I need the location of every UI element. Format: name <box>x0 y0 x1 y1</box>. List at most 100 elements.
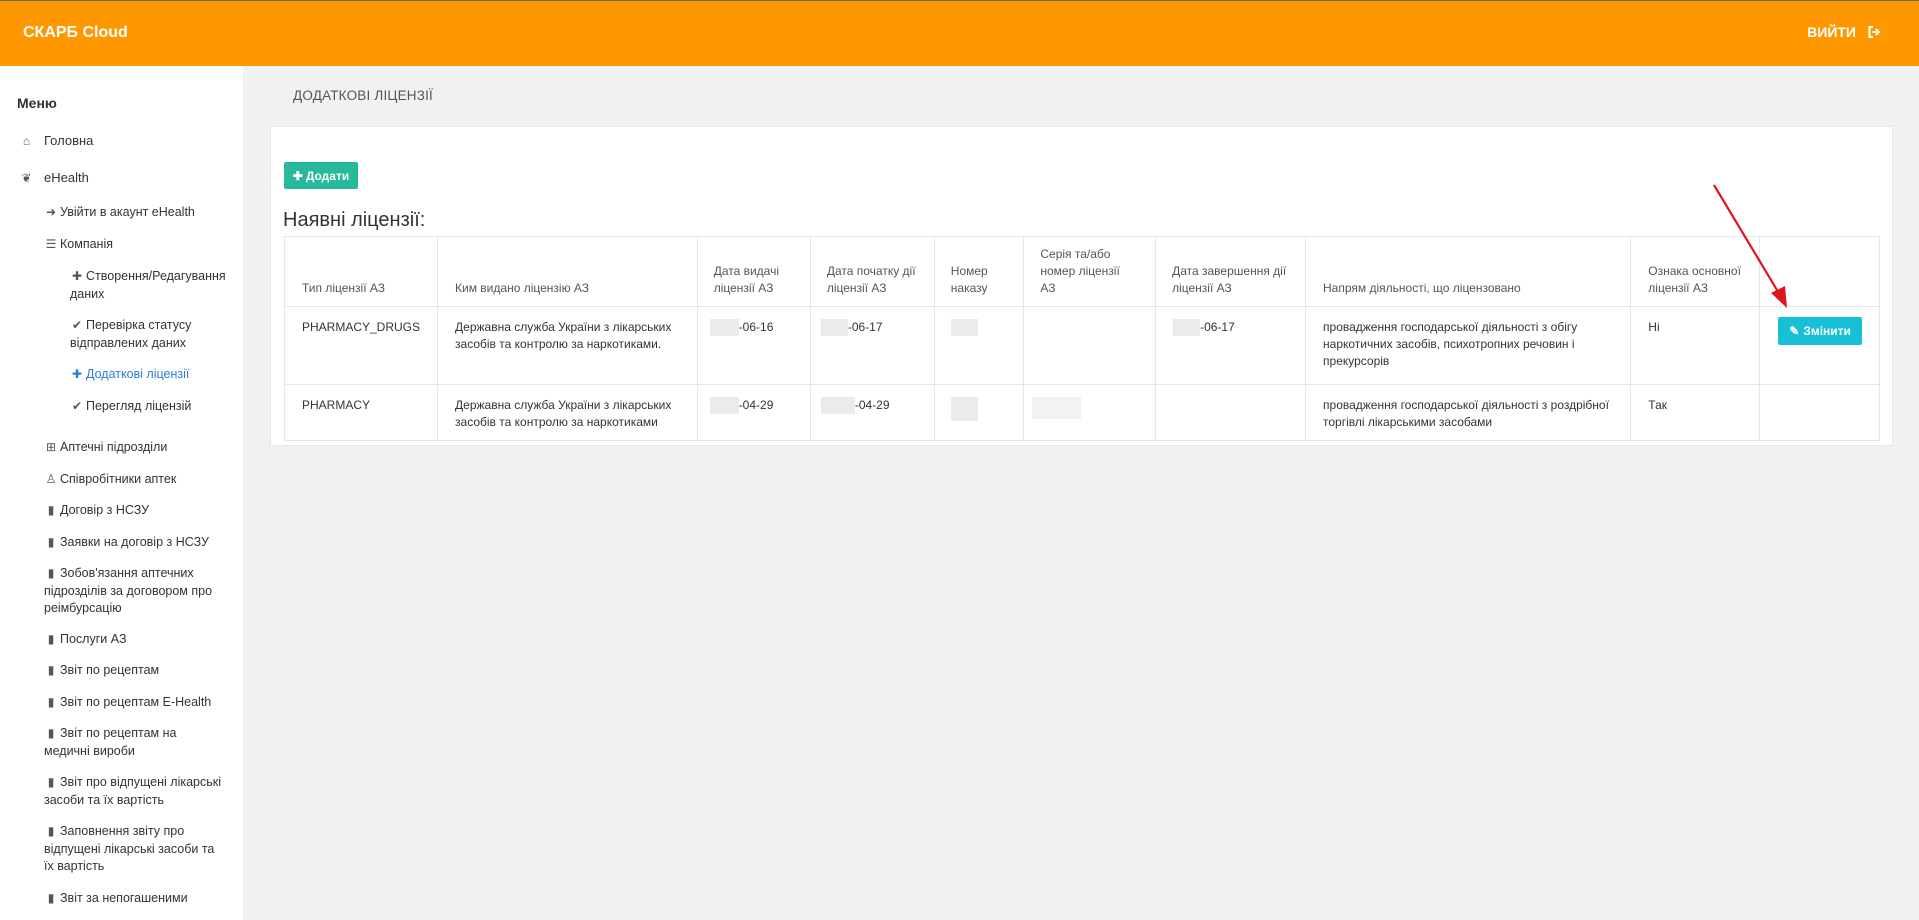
actions-cell <box>1759 384 1880 441</box>
sidebar-item-label: Головна <box>44 133 94 148</box>
sidebar-item-unpaid-report[interactable]: ▮ Звіт за непогашеними <box>44 890 224 908</box>
sign-out-icon <box>1868 26 1881 38</box>
file-icon: ▮ <box>47 503 55 517</box>
redacted-text <box>709 397 739 415</box>
home-icon: ⌂ <box>22 134 31 148</box>
file-icon: ▮ <box>47 891 55 905</box>
redacted-text <box>709 319 739 337</box>
user-md-icon: ♙ <box>45 472 57 486</box>
main-license-flag: Так <box>1630 384 1761 441</box>
sidebar-item-label: Увійти в акаунт eHealth <box>60 205 195 219</box>
app-title[interactable]: СКАРБ Cloud <box>23 24 128 42</box>
column-header: Ким видано ліцензію АЗ <box>437 236 698 307</box>
sidebar-item-fill-dispensed-report[interactable]: ▮ Заповнення звіту про відпущені лікарськ… <box>44 823 224 876</box>
start-date-text: -04-29 <box>854 398 890 412</box>
licensed-activity: провадження господарської діяльності з о… <box>1305 306 1632 385</box>
file-icon: ▮ <box>47 775 55 789</box>
actions-cell: ✎ Змінити <box>1759 306 1880 385</box>
sidebar-item-obligations[interactable]: ▮ Зобов'язання аптечних підрозділів за до… <box>44 565 219 618</box>
redacted-text <box>950 319 978 337</box>
logout-button[interactable]: ВИЙТИ <box>1807 24 1881 40</box>
sidebar-item-home[interactable]: ⌂ Головна <box>18 132 94 151</box>
column-header: Тип ліцензії АЗ <box>283 236 439 307</box>
sidebar-item-ehealth-login[interactable]: ➜ Увійти в акаунт eHealth <box>44 204 234 222</box>
sidebar-item-pharmacy-staff[interactable]: ♙ Співробітники аптек <box>44 471 234 489</box>
start-date: -04-29 <box>809 384 935 441</box>
sidebar-item-status-check[interactable]: ✔ Перевірка статусу відправлених даних <box>70 317 230 352</box>
sidebar: Меню ⌂ Головна ❦ eHealth ➜ Увійти в акаунт … <box>0 66 243 920</box>
sidebar-item-medical-devices-report[interactable]: ▮ Звіт по рецептам на медичні вироби <box>44 725 224 760</box>
sidebar-item-prescription-report[interactable]: ▮ Звіт по рецептам <box>44 662 234 680</box>
sidebar-item-prescription-report-ehealth[interactable]: ▮ Звіт по рецептам E-Health <box>44 694 234 712</box>
file-icon: ▮ <box>47 824 55 838</box>
column-header <box>1759 236 1880 307</box>
main-license-flag: Ні <box>1630 306 1761 385</box>
sidebar-item-label: Компанія <box>60 237 113 251</box>
sidebar-item-label: Додаткові ліцензії <box>86 367 190 381</box>
end-date <box>1155 384 1307 441</box>
column-header: Дата видачі ліцензії АЗ <box>696 236 811 307</box>
logout-label: ВИЙТИ <box>1807 24 1856 40</box>
end-date: -06-17 <box>1155 306 1307 385</box>
sidebar-item-label: Звіт за непогашеними <box>60 891 188 905</box>
license-type: PHARMACY_DRUGS <box>283 306 439 385</box>
column-header: Ознака основної ліцензії АЗ <box>1630 236 1761 307</box>
sidebar-item-dispensed-report[interactable]: ▮ Звіт про відпущені лікарські засоби та … <box>44 774 224 809</box>
sidebar-item-label: Зобов'язання аптечних підрозділів за дог… <box>44 566 213 615</box>
redacted-text <box>1032 397 1082 419</box>
redacted-text <box>820 319 848 337</box>
sidebar-item-label: Звіт по рецептам на медичні вироби <box>44 726 177 758</box>
sidebar-item-label: Звіт по рецептам <box>60 663 160 677</box>
page-title: ДОДАТКОВІ ЛІЦЕНЗІЇ <box>293 88 434 103</box>
plus-icon: ✚ <box>71 269 83 283</box>
licenses-table: Тип ліцензії АЗ Ким видано ліцензію АЗ Д… <box>283 236 1880 441</box>
table-row: PHARMACY_DRUGS Державна служба України з… <box>283 306 1880 385</box>
sidebar-item-label: Аптечні підрозділи <box>60 440 168 454</box>
column-header: Номер наказу <box>933 236 1025 307</box>
order-number <box>933 306 1025 385</box>
sidebar-item-label: Перевірка статусу відправлених даних <box>70 318 192 350</box>
issue-date-text: -04-29 <box>738 398 774 412</box>
order-number <box>933 384 1025 441</box>
plus-square-icon: ⊞ <box>45 440 57 454</box>
sidebar-item-create-edit[interactable]: ✚ Створення/Редагування даних <box>70 268 230 303</box>
plus-icon: ✚ <box>71 367 83 381</box>
license-series <box>1023 384 1157 441</box>
database-icon: ☰ <box>45 237 57 251</box>
redacted-text <box>950 397 978 421</box>
add-button[interactable]: ✚ Додати <box>284 162 358 189</box>
sidebar-item-view-licenses[interactable]: ✔ Перегляд ліцензій <box>70 398 230 416</box>
licensed-activity: провадження господарської діяльності з р… <box>1305 384 1632 441</box>
sign-in-icon: ➜ <box>45 205 57 219</box>
top-navbar: СКАРБ Cloud ВИЙТИ <box>0 0 1919 66</box>
menu-title: Меню <box>17 95 57 111</box>
sidebar-item-label: Створення/Редагування даних <box>70 269 226 301</box>
plus-icon: ✚ <box>292 168 303 183</box>
file-icon: ▮ <box>47 566 55 580</box>
redacted-text <box>1173 319 1201 337</box>
sidebar-item-pharmacy-units[interactable]: ⊞ Аптечні підрозділи <box>44 439 234 457</box>
license-type: PHARMACY <box>283 384 439 441</box>
sidebar-item-ehealth[interactable]: ❦ eHealth <box>18 169 89 188</box>
sidebar-item-additional-licenses[interactable]: ✚ Додаткові ліцензії <box>70 366 230 384</box>
edit-button[interactable]: ✎ Змінити <box>1778 317 1862 345</box>
sidebar-item-label: Співробітники аптек <box>60 472 177 486</box>
add-button-label: Додати <box>305 168 350 183</box>
column-header: Дата початку дії ліцензії АЗ <box>809 236 935 307</box>
check-icon: ✔ <box>71 318 83 332</box>
start-date: -06-17 <box>809 306 935 385</box>
file-icon: ▮ <box>47 535 55 549</box>
column-header: Серія та/або номер ліцензії АЗ <box>1023 236 1157 307</box>
sidebar-item-services[interactable]: ▮ Послуги АЗ <box>44 631 234 649</box>
redacted-text <box>820 397 855 415</box>
sidebar-item-nszu-contract[interactable]: ▮ Договір з НСЗУ <box>44 502 234 520</box>
sidebar-item-label: Заповнення звіту про відпущені лікарські… <box>44 824 215 873</box>
sidebar-item-company[interactable]: ☰ Компанія <box>44 236 234 254</box>
sidebar-item-label: eHealth <box>44 170 89 185</box>
edit-button-label: Змінити <box>1803 323 1851 338</box>
table-row: PHARMACY Державна служба України з лікар… <box>283 384 1880 441</box>
file-icon: ▮ <box>47 632 55 646</box>
sidebar-item-nszu-requests[interactable]: ▮ Заявки на договір з НСЗУ <box>44 534 234 552</box>
sidebar-item-label: Заявки на договір з НСЗУ <box>60 535 209 549</box>
sidebar-item-label: Звіт про відпущені лікарські засоби та ї… <box>44 775 222 807</box>
